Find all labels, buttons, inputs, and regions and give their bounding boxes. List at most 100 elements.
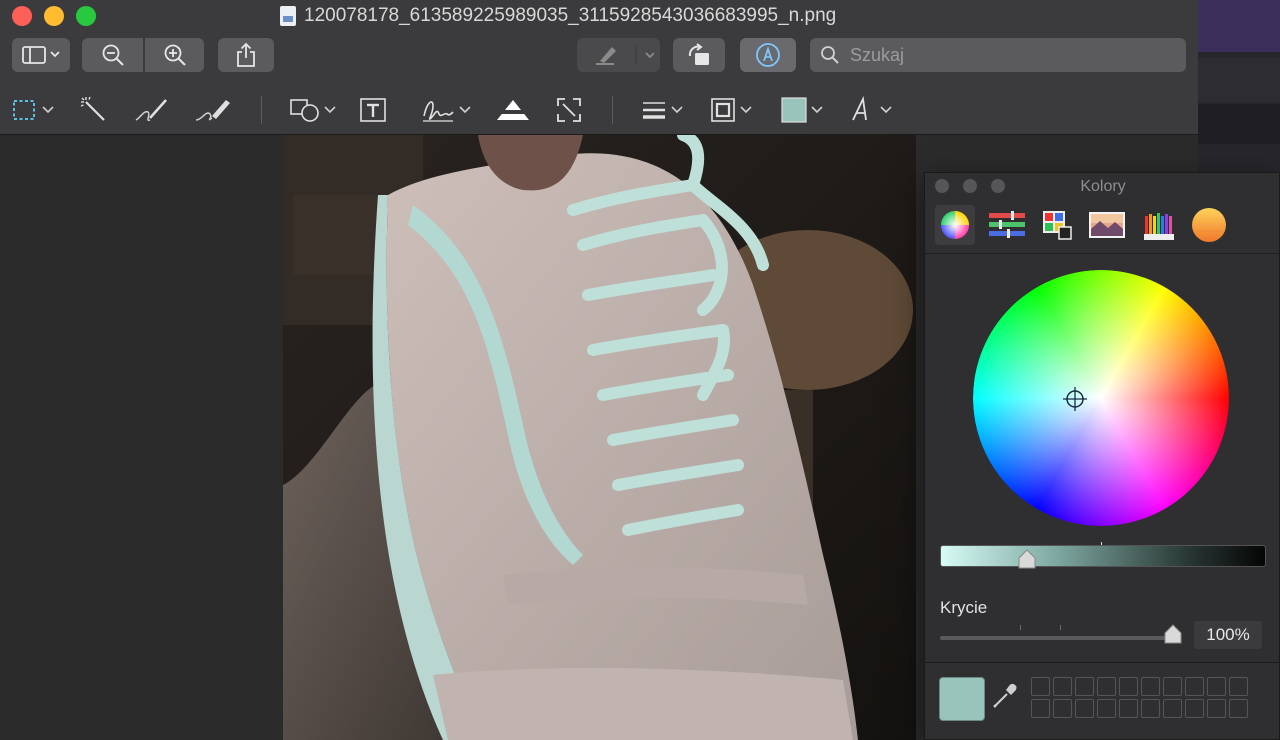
pen-icon — [595, 45, 654, 65]
adjust-size-tool[interactable] — [556, 92, 582, 128]
shapes-tool[interactable] — [290, 92, 336, 128]
instant-alpha-tool[interactable] — [80, 92, 108, 128]
zoom-in-icon — [164, 44, 186, 66]
chevron-down-icon — [42, 106, 54, 114]
shoe-photo — [283, 135, 916, 740]
tab-color-sliders[interactable] — [987, 205, 1027, 245]
orange-circle-icon — [1192, 208, 1226, 242]
share-button[interactable] — [218, 38, 274, 72]
panel-title: Kolory — [1080, 178, 1126, 195]
adjust-color-icon — [497, 100, 529, 120]
text-tool[interactable] — [359, 92, 387, 128]
color-swatch[interactable] — [1119, 699, 1138, 718]
border-color-tool[interactable] — [710, 92, 752, 128]
color-wheel-gradient — [973, 270, 1229, 526]
tab-extra[interactable] — [1189, 205, 1229, 245]
sketch-tool[interactable] — [134, 92, 170, 128]
rect-selection-icon — [13, 100, 35, 120]
chevron-down-icon — [880, 106, 892, 114]
rotate-button[interactable] — [673, 38, 725, 72]
panel-divider — [925, 662, 1280, 663]
close-button[interactable] — [12, 6, 32, 26]
sidebar-toggle-button[interactable] — [12, 38, 70, 72]
tab-color-palettes[interactable] — [1037, 205, 1077, 245]
search-icon — [821, 46, 839, 64]
color-swatch[interactable] — [1141, 677, 1160, 696]
color-swatch[interactable] — [1053, 699, 1072, 718]
color-swatch[interactable] — [1031, 699, 1050, 718]
markup-icon — [756, 43, 780, 67]
color-swatch[interactable] — [1141, 699, 1160, 718]
color-swatch[interactable] — [1163, 699, 1182, 718]
draw-icon — [195, 100, 230, 121]
tab-pencils[interactable] — [1139, 205, 1179, 245]
color-wheel[interactable] — [973, 270, 1229, 526]
color-swatch[interactable] — [1075, 699, 1094, 718]
opacity-value-field[interactable]: 100% — [1194, 621, 1262, 649]
sign-tool[interactable] — [421, 92, 471, 128]
color-swatch[interactable] — [1075, 677, 1094, 696]
sidebar-icon — [22, 46, 60, 64]
adjust-color-tool[interactable] — [495, 92, 531, 128]
selection-tool[interactable] — [12, 92, 54, 128]
color-swatch[interactable] — [1207, 699, 1226, 718]
colors-panel: Kolory Krycie 100% — [924, 172, 1280, 740]
brightness-slider[interactable] — [940, 545, 1266, 567]
color-swatch[interactable] — [1207, 677, 1226, 696]
document-icon — [280, 6, 296, 26]
color-swatch[interactable] — [1229, 699, 1248, 718]
title-bar: 120078178_613589225989035_31159285430366… — [0, 0, 1198, 135]
color-swatch[interactable] — [1185, 677, 1204, 696]
shapes-icon — [290, 99, 319, 122]
image-palette-icon — [1089, 212, 1125, 238]
color-picker-crosshair[interactable] — [1062, 386, 1088, 412]
color-swatch[interactable] — [1097, 677, 1116, 696]
text-style-tool[interactable] — [850, 92, 892, 128]
search-field[interactable] — [810, 38, 1186, 72]
chevron-down-icon — [740, 106, 752, 114]
minimize-button[interactable] — [44, 6, 64, 26]
brightness-slider-thumb[interactable] — [1018, 549, 1036, 569]
color-swatch[interactable] — [1185, 699, 1204, 718]
color-swatch[interactable] — [1031, 677, 1050, 696]
text-box-icon — [360, 98, 386, 122]
shape-style-tool[interactable] — [641, 92, 683, 128]
chevron-down-icon — [459, 106, 471, 114]
markup-button[interactable] — [740, 38, 796, 72]
current-color-well[interactable] — [939, 677, 985, 721]
fill-color-tool[interactable] — [781, 92, 823, 128]
palette-icon — [1043, 211, 1072, 240]
eyedropper-icon[interactable] — [991, 682, 1019, 710]
zoom-out-button[interactable] — [82, 38, 143, 72]
color-swatch[interactable] — [1097, 699, 1116, 718]
color-swatch[interactable] — [1119, 677, 1138, 696]
background-window-header — [1198, 0, 1280, 52]
rotate-left-icon — [688, 43, 709, 65]
highlight-button[interactable] — [577, 38, 660, 72]
opacity-label: Krycie — [940, 598, 988, 617]
color-swatch[interactable] — [1229, 677, 1248, 696]
window-title-text: 120078178_613589225989035_31159285430366… — [304, 5, 837, 26]
fill-color-icon — [781, 97, 807, 123]
opacity-slider[interactable] — [940, 636, 1180, 640]
color-wheel-icon — [941, 211, 969, 239]
sketch-icon — [135, 99, 167, 122]
color-swatch[interactable] — [1163, 677, 1182, 696]
draw-tool[interactable] — [194, 92, 232, 128]
tab-color-wheel[interactable] — [935, 205, 975, 245]
opacity-slider-thumb[interactable] — [1164, 624, 1182, 644]
tab-image-palettes[interactable] — [1087, 205, 1127, 245]
signature-icon — [423, 101, 454, 122]
sliders-icon — [989, 211, 1025, 238]
search-input[interactable] — [848, 43, 1172, 67]
toolbar-separator — [261, 96, 262, 124]
chevron-down-icon — [811, 106, 823, 114]
chevron-down-icon — [324, 106, 336, 114]
resize-icon — [557, 98, 581, 122]
border-color-icon — [711, 98, 735, 122]
pencils-icon — [1144, 213, 1174, 240]
window-title: 120078178_613589225989035_31159285430366… — [280, 4, 836, 28]
zoom-in-button[interactable] — [145, 38, 204, 72]
color-swatch[interactable] — [1053, 677, 1072, 696]
zoom-button[interactable] — [76, 6, 96, 26]
